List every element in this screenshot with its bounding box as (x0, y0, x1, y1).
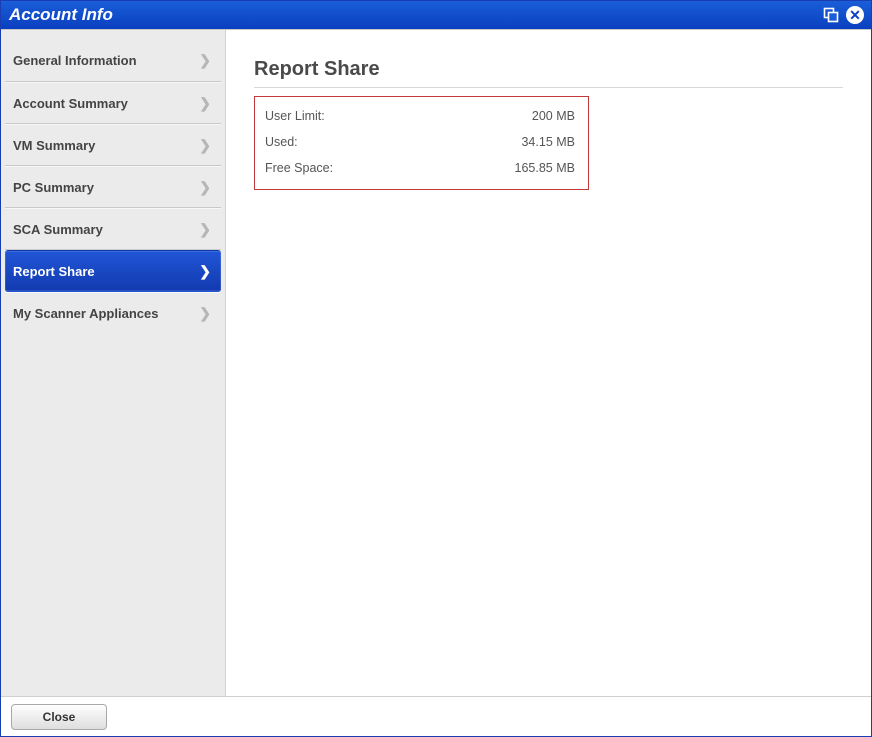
chevron-right-icon: ❯ (199, 52, 211, 69)
stat-value: 34.15 MB (505, 129, 575, 155)
titlebar: Account Info ✕ (1, 1, 871, 29)
chevron-right-icon: ❯ (199, 263, 211, 280)
divider (254, 87, 843, 88)
chevron-right-icon: ❯ (199, 305, 211, 322)
sidebar-item-label: General Information (13, 53, 137, 68)
stat-row-used: Used: 34.15 MB (265, 129, 578, 155)
stat-label: Used: (265, 129, 505, 155)
close-icon[interactable]: ✕ (845, 5, 865, 25)
chevron-right-icon: ❯ (199, 179, 211, 196)
sidebar-item-report-share[interactable]: Report Share ❯ (5, 250, 221, 292)
sidebar-item-label: SCA Summary (13, 222, 103, 237)
account-info-dialog: Account Info ✕ General Information ❯ Acc… (0, 0, 872, 737)
sidebar-item-pc-summary[interactable]: PC Summary ❯ (5, 166, 221, 208)
dialog-body: General Information ❯ Account Summary ❯ … (1, 29, 871, 696)
sidebar-item-label: My Scanner Appliances (13, 306, 158, 321)
stat-row-user-limit: User Limit: 200 MB (265, 103, 578, 129)
sidebar-item-vm-summary[interactable]: VM Summary ❯ (5, 124, 221, 166)
content-panel: Report Share User Limit: 200 MB Used: 34… (226, 30, 871, 696)
dialog-footer: Close (1, 696, 871, 736)
chevron-right-icon: ❯ (199, 221, 211, 238)
maximize-icon[interactable] (821, 5, 841, 25)
sidebar-item-label: Report Share (13, 264, 95, 279)
sidebar-item-label: Account Summary (13, 96, 128, 111)
stat-row-free-space: Free Space: 165.85 MB (265, 155, 578, 181)
sidebar-item-account-summary[interactable]: Account Summary ❯ (5, 82, 221, 124)
chevron-right-icon: ❯ (199, 95, 211, 112)
dialog-title: Account Info (9, 5, 817, 25)
close-button[interactable]: Close (11, 704, 107, 730)
sidebar-item-general-information[interactable]: General Information ❯ (5, 40, 221, 82)
sidebar: General Information ❯ Account Summary ❯ … (1, 30, 226, 696)
sidebar-item-label: PC Summary (13, 180, 94, 195)
report-share-stats: User Limit: 200 MB Used: 34.15 MB Free S… (254, 96, 589, 190)
sidebar-item-label: VM Summary (13, 138, 95, 153)
stat-label: Free Space: (265, 155, 505, 181)
sidebar-item-sca-summary[interactable]: SCA Summary ❯ (5, 208, 221, 250)
chevron-right-icon: ❯ (199, 137, 211, 154)
sidebar-item-my-scanner-appliances[interactable]: My Scanner Appliances ❯ (5, 292, 221, 334)
stat-value: 165.85 MB (505, 155, 575, 181)
stat-value: 200 MB (505, 103, 575, 129)
page-title: Report Share (254, 58, 843, 81)
stat-label: User Limit: (265, 103, 505, 129)
